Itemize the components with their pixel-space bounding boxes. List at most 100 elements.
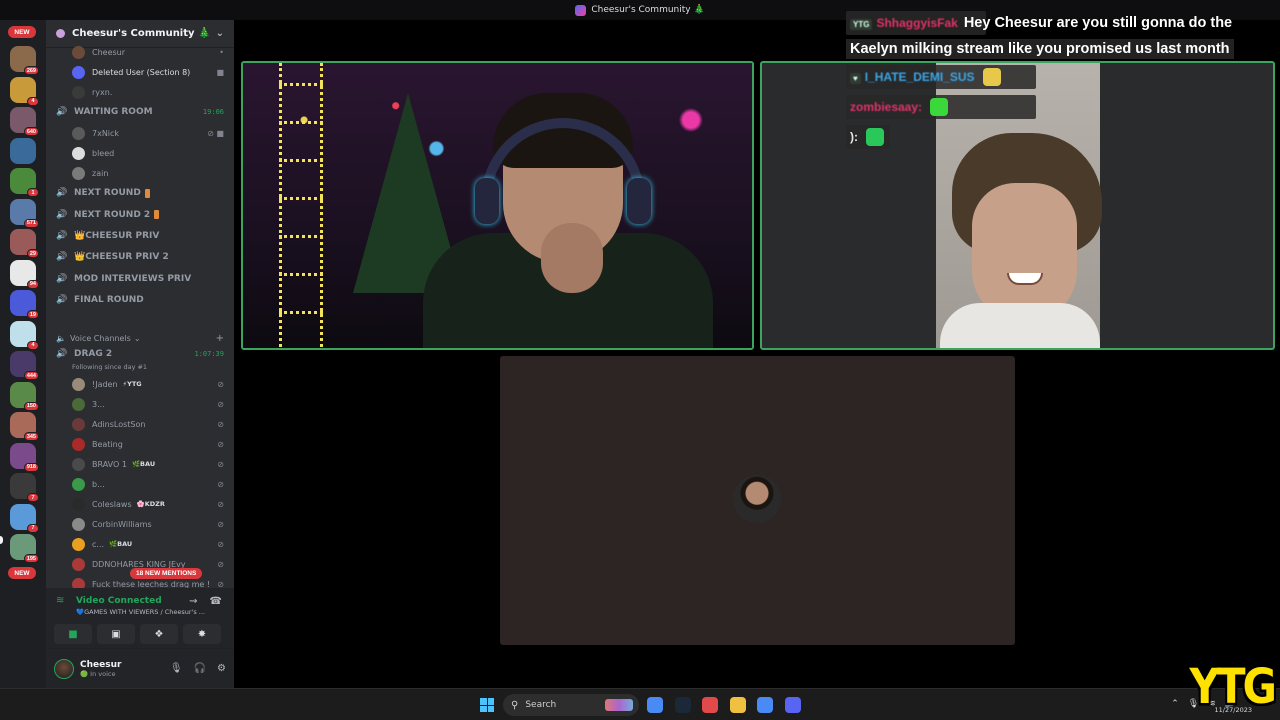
signal-icon[interactable]: ≋ xyxy=(56,595,70,607)
voice-channel[interactable]: 🔊 WAITING ROOM 19:06 xyxy=(46,103,234,121)
voice-channel[interactable]: 🔊 👑CHEESUR PRIV xyxy=(46,227,234,245)
video-tile-avatar-only[interactable] xyxy=(500,356,1015,645)
unread-badge: 345 xyxy=(23,432,39,441)
new-servers-badge-bottom[interactable]: NEW xyxy=(8,567,36,579)
voice-channel[interactable]: 🔊 MOD INTERVIEWS PRIV xyxy=(46,270,234,288)
channel-name: WAITING ROOM xyxy=(74,107,153,117)
voice-user[interactable]: AdinsLostSon ⊘ xyxy=(46,414,234,434)
ladder-rung xyxy=(279,235,323,238)
voice-state-icon: ⊘ ■ xyxy=(207,128,224,138)
channel-name: FINAL ROUND xyxy=(74,294,144,305)
avatar xyxy=(72,65,85,79)
unread-badge: 269 xyxy=(23,66,39,75)
soundboard-button[interactable]: ✸ xyxy=(183,624,221,644)
voice-user[interactable]: 3... ⊘ xyxy=(46,394,234,414)
voice-user-name: 7xNick xyxy=(92,128,120,138)
server-icon[interactable]: 444 xyxy=(10,351,39,380)
server-icon[interactable]: 7 xyxy=(10,473,39,502)
voice-channel[interactable]: 🔊 NEXT ROUND xyxy=(46,184,234,202)
activities-button[interactable]: ❖ xyxy=(140,624,178,644)
unread-badge: 7 xyxy=(27,523,39,533)
server-icon[interactable]: 345 xyxy=(10,412,39,441)
search-highlight-image xyxy=(605,699,633,711)
chrome-taskbar-icon[interactable] xyxy=(647,697,663,713)
screen-share-icon: ▣ xyxy=(111,628,121,640)
voice-channels-category[interactable]: 🔈 Voice Channels ⌄ + xyxy=(46,330,234,346)
window-title: Cheesur's Community 🎄 xyxy=(591,5,705,15)
app-red-taskbar-icon[interactable] xyxy=(702,697,718,713)
voice-user-name: Beating xyxy=(92,439,123,449)
disconnect-icon[interactable]: ☎ xyxy=(210,596,222,607)
voice-user[interactable]: Deleted User (Section 8) ■ xyxy=(46,62,234,82)
server-icon[interactable]: 571 xyxy=(10,198,39,228)
unread-badge: 19 xyxy=(26,310,39,319)
server-icon[interactable]: 4 xyxy=(10,320,39,350)
server-icon[interactable]: 19 xyxy=(10,290,39,319)
taskbar-search[interactable]: ⚲ Search xyxy=(503,694,639,716)
screen-share-button[interactable]: ▣ xyxy=(97,624,135,644)
voice-channel[interactable]: 🔊 FINAL ROUND xyxy=(46,291,234,309)
headphones-icon[interactable]: 🎧 xyxy=(194,663,206,674)
voice-user[interactable]: Beating ⊘ xyxy=(46,434,234,454)
camera-icon: ■ xyxy=(68,628,78,640)
voice-user[interactable]: CorbinWilliams ⊘ xyxy=(46,514,234,534)
deafened-icon: ⊘ xyxy=(217,439,224,449)
server-icon[interactable]: 640 xyxy=(10,107,39,136)
discord-taskbar-icon[interactable] xyxy=(784,697,801,713)
ladder-rung xyxy=(279,197,323,200)
voice-user[interactable]: Coleslaws 🌸KDZR ⊘ xyxy=(46,494,234,514)
voice-user[interactable]: Cheesur • xyxy=(46,42,234,62)
voice-user[interactable]: 7xNick ⊘ ■ xyxy=(46,123,234,143)
chevron-up-icon[interactable]: ⌃ xyxy=(1171,699,1179,709)
video-tile-cheesur[interactable] xyxy=(241,61,754,350)
voice-channel[interactable]: 🔊 NEXT ROUND 2 xyxy=(46,206,234,224)
voice-user-name: !Jaden xyxy=(92,379,118,389)
voice-user-name: AdinsLostSon xyxy=(92,419,146,429)
voice-user[interactable]: !Jaden ⚡YTG ⊘ xyxy=(46,374,234,394)
chevron-down-icon: ⌄ xyxy=(133,333,141,343)
voice-user[interactable]: zain xyxy=(46,163,234,183)
channel-name: DRAG 2 xyxy=(74,349,113,359)
voice-user-name: c... xyxy=(92,539,105,549)
avatar[interactable] xyxy=(54,658,74,679)
chevron-down-icon[interactable]: ⌄ xyxy=(216,28,224,39)
voice-channel[interactable]: 🔊 👑CHEESUR PRIV 2 xyxy=(46,248,234,266)
windows-taskbar: ⚲ Search ⌃ 🎙 ≋ 🔊 11/27/2023 xyxy=(0,688,1280,720)
unread-badge: 571 xyxy=(23,218,39,228)
start-button[interactable] xyxy=(480,698,494,712)
channel-name: 👑CHEESUR PRIV 2 xyxy=(74,252,169,263)
avatar xyxy=(733,475,781,523)
gear-icon[interactable]: ⚙ xyxy=(217,663,226,674)
microphone-icon[interactable]: 🎙 xyxy=(170,663,183,674)
server-icon[interactable] xyxy=(10,137,36,164)
voice-user[interactable]: b... ⊘ xyxy=(46,474,234,494)
voice-channel-drag-2[interactable]: 🔊 DRAG 2 1:07:39 xyxy=(46,345,234,363)
server-icon[interactable]: 94 xyxy=(10,259,39,289)
camera-button[interactable]: ■ xyxy=(54,624,92,644)
server-icon[interactable]: 1 xyxy=(10,168,39,197)
server-icon[interactable]: 195 xyxy=(10,534,39,563)
server-icon[interactable]: 29 xyxy=(10,229,39,258)
voice-state-icon: ■ xyxy=(216,67,224,77)
stream-chat-overlay: YTG ShhaggyisFak Hey Cheesur are you still… xyxy=(846,8,1280,152)
voice-status-channel[interactable]: 💙GAMES WITH VIEWERS / Cheesur's ... xyxy=(76,608,206,616)
voice-user[interactable]: bleed xyxy=(46,143,234,163)
server-icon[interactable]: 918 xyxy=(10,442,39,472)
steam-taskbar-icon[interactable] xyxy=(674,697,691,713)
new-mentions-pill[interactable]: 18 NEW MENTIONS xyxy=(130,568,203,579)
file-explorer-taskbar-icon[interactable] xyxy=(729,697,746,713)
voice-user[interactable]: c... 🌿BAU ⊘ xyxy=(46,534,234,554)
discord-app-icon xyxy=(575,4,587,16)
server-icon[interactable]: 7 xyxy=(10,503,39,533)
chrome-2-taskbar-icon[interactable] xyxy=(757,697,773,713)
voice-user[interactable]: BRAVO 1 🌿BAU ⊘ xyxy=(46,454,234,474)
voice-user[interactable]: ryxn. xyxy=(46,82,234,102)
add-channel-button[interactable]: + xyxy=(216,333,224,344)
noise-suppression-icon[interactable]: ⇝ xyxy=(189,596,197,607)
server-icon[interactable]: 150 xyxy=(10,381,39,411)
server-icon[interactable]: 4 xyxy=(10,76,39,106)
deafened-icon: ⊘ xyxy=(217,499,224,509)
server-icon[interactable]: 269 xyxy=(10,46,39,75)
new-servers-badge-top[interactable]: NEW xyxy=(8,26,36,38)
server-rail: NEW NEW 269 4 640 1 571 29 94 19 4 444 150 345 918 7 7… xyxy=(0,20,46,688)
